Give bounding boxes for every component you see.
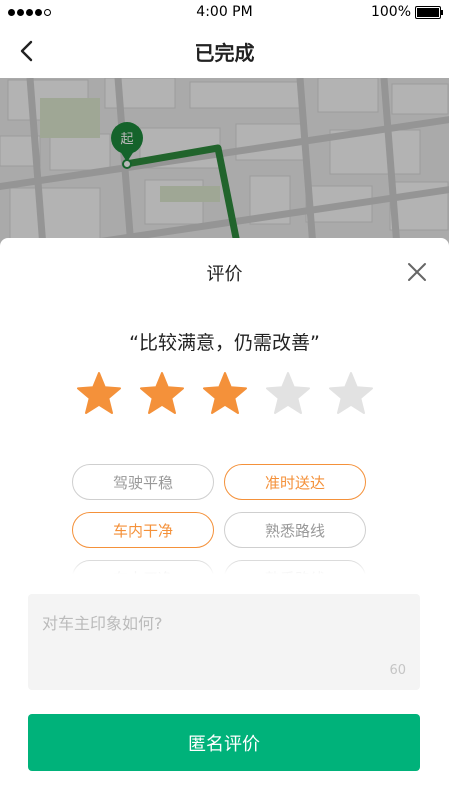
close-icon xyxy=(408,263,426,281)
back-button[interactable] xyxy=(10,34,44,68)
star-icon[interactable] xyxy=(202,371,248,417)
anonymous-submit-button[interactable]: 匿名评价 xyxy=(28,714,420,771)
comment-field[interactable]: 对车主印象如何? 60 xyxy=(28,594,420,690)
chevron-left-icon xyxy=(20,40,33,62)
tag-chip[interactable]: 准时送达 xyxy=(224,464,366,500)
nav-bar: 已完成 xyxy=(0,24,449,78)
star-rating xyxy=(0,371,449,417)
battery-icon xyxy=(415,5,443,19)
tag-chip[interactable]: 熟悉路线 xyxy=(224,512,366,548)
char-counter: 60 xyxy=(389,663,406,678)
star-icon[interactable] xyxy=(76,371,122,417)
tag-chip[interactable]: 车内干净 xyxy=(72,512,214,548)
star-icon[interactable] xyxy=(328,371,374,417)
star-icon[interactable] xyxy=(265,371,311,417)
star-icon[interactable] xyxy=(139,371,185,417)
close-button[interactable] xyxy=(403,258,431,286)
comment-placeholder: 对车主印象如何? xyxy=(42,614,163,633)
status-bar: 4:00 PM 100% xyxy=(0,0,449,24)
page-title: 已完成 xyxy=(194,40,255,65)
sheet-title: 评价 xyxy=(206,264,243,285)
tag-chip[interactable]: 驾驶平稳 xyxy=(72,464,214,500)
tag-list: 驾驶平稳准时送达车内干净熟悉路线车内干净熟悉路线 xyxy=(72,464,372,574)
rating-sheet: 评价 “比较满意，仍需改善” 驾驶平稳准时送达车内干净熟悉路线车内干净熟悉路线 … xyxy=(0,238,449,800)
rating-quote: “比较满意，仍需改善” xyxy=(129,332,320,354)
status-time: 4:00 PM xyxy=(196,4,253,20)
